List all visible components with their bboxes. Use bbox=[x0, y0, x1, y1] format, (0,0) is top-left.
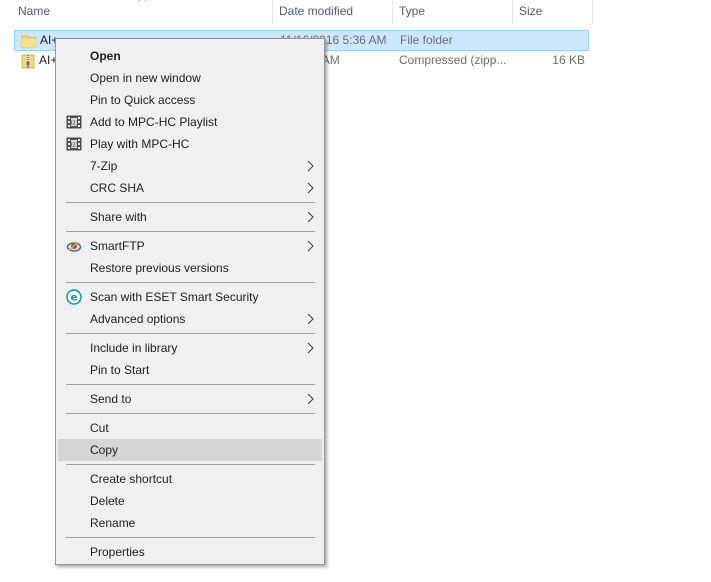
menu-item-label: Pin to Quick access bbox=[90, 93, 196, 107]
menu-item-label: Rename bbox=[90, 516, 136, 530]
svg-text:321: 321 bbox=[69, 143, 79, 149]
mpc-hc-icon: 321 bbox=[66, 136, 82, 152]
menu-item-label: Open bbox=[90, 49, 121, 63]
menu-separator bbox=[66, 333, 315, 334]
column-header-size[interactable]: Size bbox=[513, 0, 593, 24]
menu-item-properties[interactable]: Properties bbox=[58, 541, 322, 563]
column-header-name[interactable]: Name bbox=[12, 0, 273, 24]
menu-item-smartftp[interactable]: SmartFTP bbox=[58, 235, 322, 257]
chevron-right-icon bbox=[305, 342, 315, 354]
menu-item-rename[interactable]: Rename bbox=[58, 512, 322, 534]
zip-folder-icon bbox=[20, 53, 36, 69]
menu-item-copy[interactable]: Copy bbox=[58, 439, 322, 461]
smartftp-icon bbox=[66, 238, 82, 254]
mpc-hc-icon: 321 bbox=[66, 114, 82, 130]
explorer-window: Name Date modified Type Size AI+ 11/16/2… bbox=[0, 0, 711, 582]
menu-separator bbox=[66, 231, 315, 232]
menu-separator bbox=[66, 413, 315, 414]
menu-item-play-mpc[interactable]: 321 Play with MPC-HC bbox=[58, 133, 322, 155]
menu-item-label: Share with bbox=[90, 210, 147, 224]
menu-item-crc-sha[interactable]: CRC SHA bbox=[58, 177, 322, 199]
menu-item-delete[interactable]: Delete bbox=[58, 490, 322, 512]
menu-item-label: Send to bbox=[90, 392, 132, 406]
menu-item-share-with[interactable]: Share with bbox=[58, 206, 322, 228]
column-header-type-label: Type bbox=[399, 4, 426, 18]
menu-separator bbox=[66, 202, 315, 203]
menu-item-label: SmartFTP bbox=[90, 239, 145, 253]
column-header-date-modified[interactable]: Date modified bbox=[273, 0, 393, 24]
file-size bbox=[520, 31, 586, 50]
chevron-right-icon bbox=[305, 182, 315, 194]
menu-item-label: Add to MPC-HC Playlist bbox=[90, 115, 218, 129]
chevron-right-icon bbox=[305, 160, 315, 172]
chevron-right-icon bbox=[305, 240, 315, 252]
menu-item-label: Advanced options bbox=[90, 312, 186, 326]
eset-icon: e bbox=[66, 289, 82, 305]
menu-item-label: Copy bbox=[90, 443, 119, 457]
menu-item-include-in-library[interactable]: Include in library bbox=[58, 337, 322, 359]
file-type: File folder bbox=[400, 33, 453, 47]
menu-separator bbox=[66, 464, 315, 465]
column-header-date-label: Date modified bbox=[279, 4, 354, 18]
menu-item-label: Open in new window bbox=[90, 71, 201, 85]
menu-item-label: Properties bbox=[90, 545, 145, 559]
menu-item-open[interactable]: Open bbox=[58, 45, 322, 67]
svg-text:e: e bbox=[71, 293, 78, 304]
file-size: 16 KB bbox=[552, 53, 585, 67]
menu-separator bbox=[66, 282, 315, 283]
column-header-type[interactable]: Type bbox=[393, 0, 513, 24]
menu-separator bbox=[66, 384, 315, 385]
menu-item-advanced-options[interactable]: Advanced options bbox=[58, 308, 322, 330]
menu-item-open-new-window[interactable]: Open in new window bbox=[58, 67, 322, 89]
folder-icon bbox=[21, 33, 37, 49]
menu-item-label: 7-Zip bbox=[90, 159, 118, 173]
file-type: Compressed (zipp... bbox=[399, 53, 507, 67]
menu-item-restore-previous-versions[interactable]: Restore previous versions bbox=[58, 257, 322, 279]
menu-item-label: Scan with ESET Smart Security bbox=[90, 290, 259, 304]
chevron-right-icon bbox=[305, 393, 315, 405]
menu-item-pin-quick-access[interactable]: Pin to Quick access bbox=[58, 89, 322, 111]
menu-item-7zip[interactable]: 7-Zip bbox=[58, 155, 322, 177]
column-header-row: Name Date modified Type Size bbox=[0, 0, 593, 24]
menu-item-label: Play with MPC-HC bbox=[90, 137, 190, 151]
column-header-name-label: Name bbox=[18, 4, 51, 18]
svg-text:321: 321 bbox=[69, 121, 79, 127]
menu-item-create-shortcut[interactable]: Create shortcut bbox=[58, 468, 322, 490]
menu-item-label: Restore previous versions bbox=[90, 261, 229, 275]
menu-item-send-to[interactable]: Send to bbox=[58, 388, 322, 410]
menu-item-label: Cut bbox=[90, 421, 109, 435]
menu-item-label: Delete bbox=[90, 494, 125, 508]
menu-item-label: Pin to Start bbox=[90, 363, 150, 377]
menu-separator bbox=[66, 537, 315, 538]
sort-up-icon bbox=[138, 0, 147, 2]
menu-item-scan-eset[interactable]: e Scan with ESET Smart Security bbox=[58, 286, 322, 308]
menu-item-cut[interactable]: Cut bbox=[58, 417, 322, 439]
context-menu: Open Open in new window Pin to Quick acc… bbox=[55, 38, 325, 565]
menu-item-label: CRC SHA bbox=[90, 181, 145, 195]
chevron-right-icon bbox=[305, 211, 315, 223]
menu-item-add-mpc-playlist[interactable]: 321 Add to MPC-HC Playlist bbox=[58, 111, 322, 133]
menu-item-label: Create shortcut bbox=[90, 472, 173, 486]
menu-item-pin-to-start[interactable]: Pin to Start bbox=[58, 359, 322, 381]
menu-item-label: Include in library bbox=[90, 341, 178, 355]
chevron-right-icon bbox=[305, 313, 315, 325]
column-header-size-label: Size bbox=[519, 4, 543, 18]
